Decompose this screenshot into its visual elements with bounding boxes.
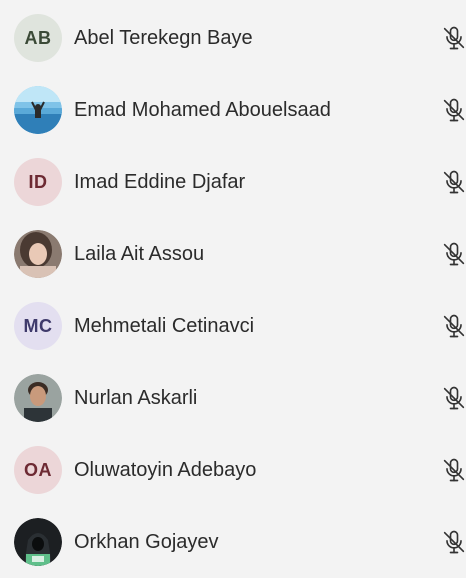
participant-name: Emad Mohamed Abouelsaad (74, 98, 331, 121)
participant-name: Laila Ait Assou (74, 242, 205, 265)
avatar (14, 86, 62, 134)
avatar-initials: OA (24, 459, 52, 480)
avatar: ID (14, 158, 62, 206)
avatar (14, 518, 62, 566)
mic-off-icon[interactable] (440, 240, 466, 268)
avatar: MC (14, 302, 62, 350)
mic-off-icon[interactable] (440, 384, 466, 412)
participant-row[interactable]: Orkhan Gojayev (0, 506, 466, 578)
participant-row[interactable]: OA Oluwatoyin Adebayo (0, 434, 466, 506)
avatar-initials: AB (24, 27, 52, 48)
participant-name: Orkhan Gojayev (74, 530, 219, 553)
mic-off-icon[interactable] (440, 312, 466, 340)
avatar-initials: ID (28, 171, 48, 192)
mic-off-icon[interactable] (440, 24, 466, 52)
participant-row[interactable]: Nurlan Askarli (0, 362, 466, 434)
participant-name: Nurlan Askarli (74, 386, 198, 409)
participant-list: AB Abel Terekegn Baye Emad Mohamed Aboue… (0, 0, 466, 566)
mic-off-icon[interactable] (440, 168, 466, 196)
portrait-photo-image (14, 374, 62, 422)
mic-off-icon[interactable] (440, 456, 466, 484)
avatar-initials: MC (23, 315, 53, 336)
avatar: AB (14, 14, 62, 62)
participant-name: Imad Eddine Djafar (74, 170, 246, 193)
portrait-photo-image (14, 230, 62, 278)
participant-row[interactable]: Laila Ait Assou (0, 218, 466, 290)
participant-name: Oluwatoyin Adebayo (74, 458, 257, 481)
avatar: OA (14, 446, 62, 494)
participant-row[interactable]: ID Imad Eddine Djafar (0, 146, 466, 218)
participant-row[interactable]: MC Mehmetali Cetinavci (0, 290, 466, 362)
avatar (14, 374, 62, 422)
participant-name: Mehmetali Cetinavci (74, 314, 255, 337)
mic-off-icon[interactable] (440, 528, 466, 556)
participant-row[interactable]: AB Abel Terekegn Baye (0, 2, 466, 74)
participant-row[interactable]: Emad Mohamed Abouelsaad (0, 74, 466, 146)
mic-off-icon[interactable] (440, 96, 466, 124)
hooded-figure-photo-image (14, 518, 62, 566)
avatar (14, 230, 62, 278)
beach-photo-image (14, 86, 62, 134)
participant-name: Abel Terekegn Baye (74, 26, 253, 49)
